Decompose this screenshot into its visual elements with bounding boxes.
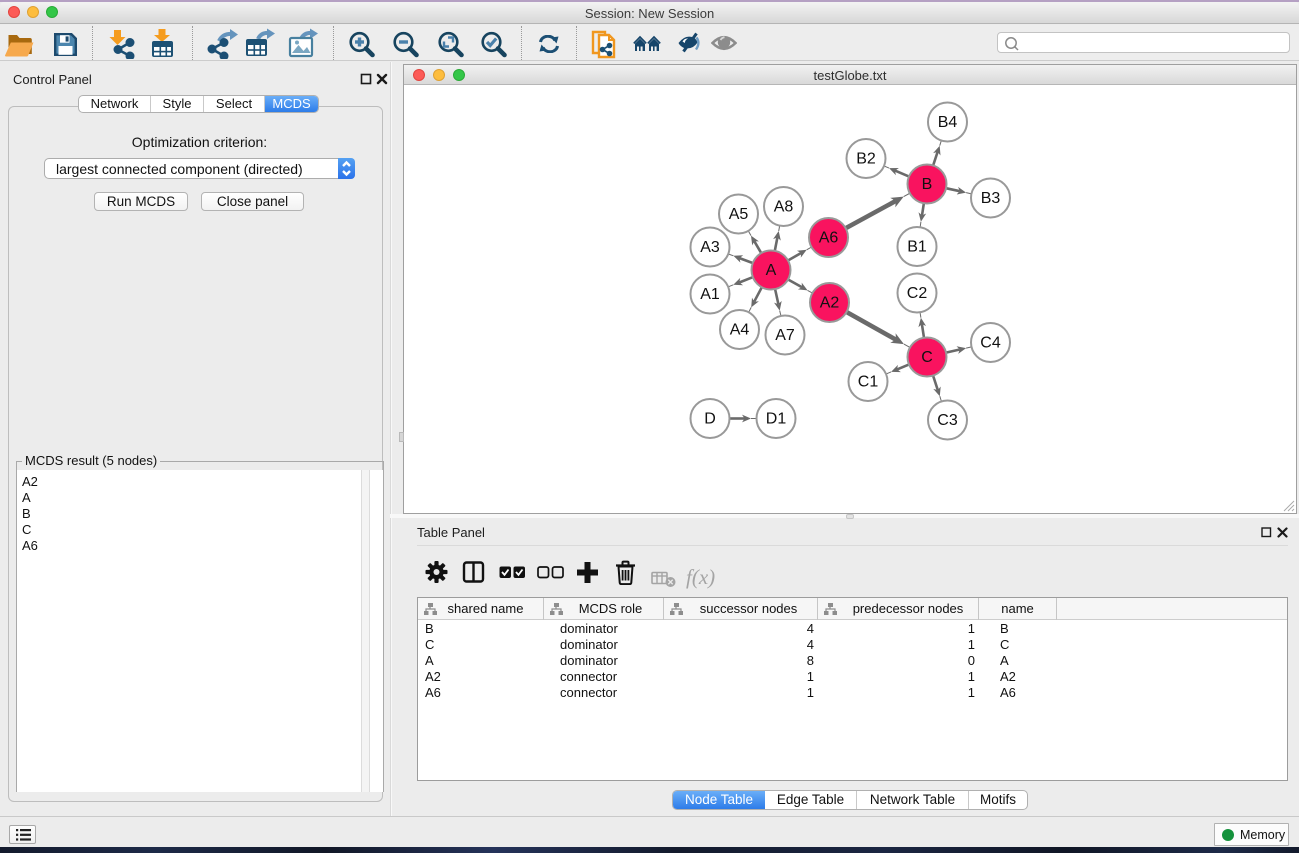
svg-text:B2: B2 <box>856 151 876 168</box>
svg-text:A2: A2 <box>820 295 840 312</box>
svg-text:A1: A1 <box>700 286 720 303</box>
svg-text:D: D <box>704 411 716 428</box>
svg-text:C3: C3 <box>937 412 958 429</box>
svg-text:A: A <box>766 262 777 279</box>
svg-text:C2: C2 <box>907 285 928 302</box>
svg-text:A6: A6 <box>819 230 839 247</box>
svg-text:A4: A4 <box>730 322 750 339</box>
svg-text:B4: B4 <box>938 114 958 131</box>
svg-text:A3: A3 <box>700 239 720 256</box>
svg-text:C1: C1 <box>858 374 879 391</box>
svg-text:A5: A5 <box>729 206 749 223</box>
svg-text:C: C <box>921 349 933 366</box>
svg-text:D1: D1 <box>766 411 787 428</box>
svg-text:B3: B3 <box>981 190 1001 207</box>
svg-text:A8: A8 <box>774 199 794 216</box>
svg-text:B: B <box>922 176 933 193</box>
svg-text:B1: B1 <box>907 239 927 256</box>
svg-text:A7: A7 <box>775 327 795 344</box>
svg-text:C4: C4 <box>980 335 1001 352</box>
